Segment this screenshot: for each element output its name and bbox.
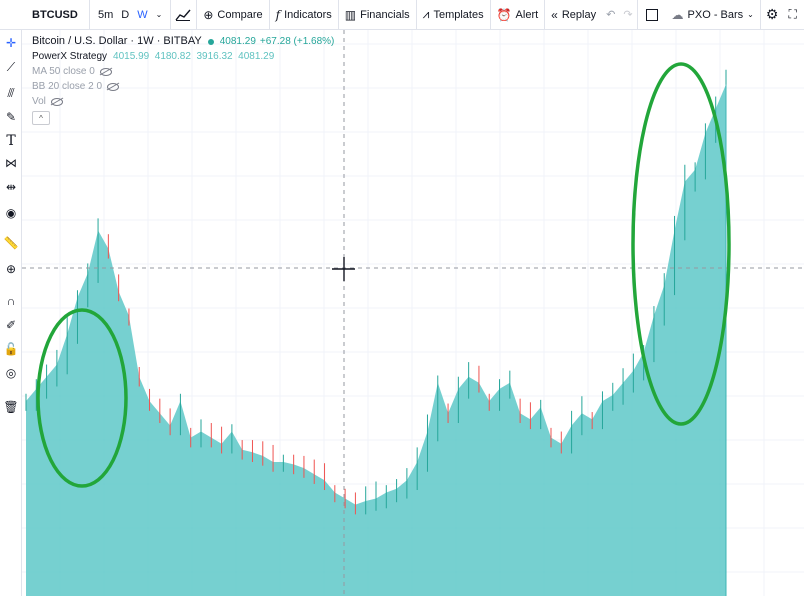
layout-select-button[interactable]: [638, 0, 666, 30]
prediction-icon: ⇹: [5, 180, 17, 194]
prediction-tool[interactable]: ⇹: [0, 178, 22, 196]
pattern-tool[interactable]: ⋈: [0, 154, 22, 172]
templates-icon: ⩘: [422, 7, 430, 21]
plus-circle-icon: ⊕: [203, 7, 214, 22]
lock-tool[interactable]: 🔓: [0, 340, 22, 358]
pencil-lock-icon: ✐: [5, 318, 17, 332]
compare-label: Compare: [217, 8, 263, 21]
layout-name-button[interactable]: ☁ PXO - Bars ⌄: [666, 0, 761, 30]
ma-label: MA 50 close 0: [32, 66, 95, 77]
text-icon: T: [6, 133, 16, 149]
brush-icon: ✎: [5, 110, 17, 124]
crosshair-icon: ✛: [5, 36, 17, 50]
strategy-name: PowerX Strategy: [32, 51, 108, 62]
fullscreen-icon: ⛶: [788, 7, 797, 21]
text-tool[interactable]: T: [0, 132, 22, 150]
redo-button[interactable]: ↷: [619, 0, 638, 30]
indicators-button[interactable]: f Indicators: [270, 0, 339, 30]
ruler-icon: 📏: [3, 236, 19, 250]
resolution-d[interactable]: D: [117, 9, 133, 21]
gear-icon: ⚙: [765, 6, 779, 22]
magnet-tool[interactable]: ∩: [0, 292, 22, 310]
top-toolbar: BTCUSD 5m D W ⌄ ⊕ Compare f Indicators ▥…: [0, 0, 804, 30]
replay-label: Replay: [561, 8, 597, 21]
undo-button[interactable]: ↶: [602, 0, 619, 30]
bar-chart-icon: ▥: [344, 7, 357, 22]
eye-icon: ◉: [5, 206, 17, 220]
resolution-group: 5m D W ⌄: [90, 0, 172, 30]
pitchfork-tool[interactable]: ⫻: [0, 84, 22, 102]
legend-change: +67.28 (+1.68%): [259, 36, 335, 47]
layout-name: PXO - Bars: [687, 8, 744, 21]
alert-label: Alert: [515, 8, 539, 21]
replay-button[interactable]: « Replay: [545, 0, 602, 30]
templates-button[interactable]: ⩘ Templates: [417, 0, 491, 30]
eye-off-icon: ◎: [5, 366, 17, 380]
alarm-clock-icon: ⏰: [496, 7, 512, 22]
trend-line-tool[interactable]: ⟋: [0, 58, 22, 76]
legend-price: 4081.29: [219, 36, 256, 47]
bb-label: BB 20 close 2 0: [32, 81, 103, 92]
templates-label: Templates: [433, 8, 484, 21]
chart-legend: Bitcoin / U.S. Dollar · 1W · BITBAY 4081…: [32, 34, 334, 125]
legend-strategy-row[interactable]: PowerX Strategy 4015.99 4180.82 3916.32 …: [32, 49, 334, 64]
price-area: [26, 84, 726, 596]
hidden-eye-icon[interactable]: [50, 97, 63, 106]
square-icon: [645, 8, 658, 21]
financials-label: Financials: [360, 8, 410, 21]
crosshair-tool[interactable]: ✛: [0, 34, 22, 52]
legend-symbol-row[interactable]: Bitcoin / U.S. Dollar · 1W · BITBAY 4081…: [32, 34, 334, 49]
hidden-eye-icon[interactable]: [99, 67, 112, 76]
hide-drawings-tool[interactable]: ◎: [0, 364, 22, 382]
chart-type-button[interactable]: [171, 0, 198, 30]
compare-button[interactable]: ⊕ Compare: [197, 0, 270, 30]
visibility-tool[interactable]: ◉: [0, 204, 22, 222]
vol-label: Vol: [32, 96, 46, 107]
chevron-down-icon: ⌄: [747, 10, 754, 19]
financials-button[interactable]: ▥ Financials: [339, 0, 417, 30]
function-icon: f: [275, 7, 281, 22]
trend-line-icon: ⟋: [6, 59, 16, 74]
drawing-toolbar: ✛ ⟋ ⫻ ✎ T ⋈ ⇹ ◉ 📏 ⊕ ∩ ✐ 🔓 ◎ 🗑: [0, 30, 22, 596]
resolution-5m[interactable]: 5m: [94, 9, 117, 21]
brush-tool[interactable]: ✎: [0, 108, 22, 126]
lock-icon: 🔓: [3, 342, 19, 356]
zoom-in-icon: ⊕: [5, 262, 17, 276]
collapse-legend-button[interactable]: ^: [32, 111, 50, 125]
rewind-icon: «: [551, 7, 558, 22]
symbol-search[interactable]: BTCUSD: [24, 0, 90, 30]
redo-icon: ↷: [623, 9, 633, 21]
remove-drawings-tool[interactable]: 🗑: [0, 398, 22, 416]
settings-button[interactable]: ⚙: [761, 0, 784, 30]
cloud-icon: ☁: [671, 7, 684, 22]
alert-button[interactable]: ⏰ Alert: [491, 0, 546, 30]
strategy-values: 4015.99 4180.82 3916.32 4081.29: [113, 51, 275, 62]
hidden-eye-icon[interactable]: [107, 82, 120, 91]
resolution-dropdown-icon[interactable]: ⌄: [152, 10, 167, 19]
ruler-tool[interactable]: 📏: [0, 234, 22, 252]
market-status-dot: [207, 38, 214, 45]
chart-type-icon: [175, 9, 191, 21]
zoom-tool[interactable]: ⊕: [0, 260, 22, 278]
legend-vol-row[interactable]: Vol: [32, 94, 334, 109]
magnet-icon: ∩: [6, 294, 16, 308]
resolution-w[interactable]: W: [133, 9, 151, 21]
legend-bb-row[interactable]: BB 20 close 2 0: [32, 79, 334, 94]
fullscreen-button[interactable]: ⛶: [783, 0, 801, 30]
undo-icon: ↶: [606, 9, 616, 21]
pitchfork-icon: ⫻: [7, 85, 15, 100]
legend-ma-row[interactable]: MA 50 close 0: [32, 64, 334, 79]
legend-title: Bitcoin / U.S. Dollar · 1W · BITBAY: [32, 35, 202, 47]
trash-icon: 🗑: [3, 400, 19, 414]
indicators-label: Indicators: [284, 8, 332, 21]
pattern-icon: ⋈: [5, 156, 17, 170]
stay-in-drawing-tool[interactable]: ✐: [0, 316, 22, 334]
